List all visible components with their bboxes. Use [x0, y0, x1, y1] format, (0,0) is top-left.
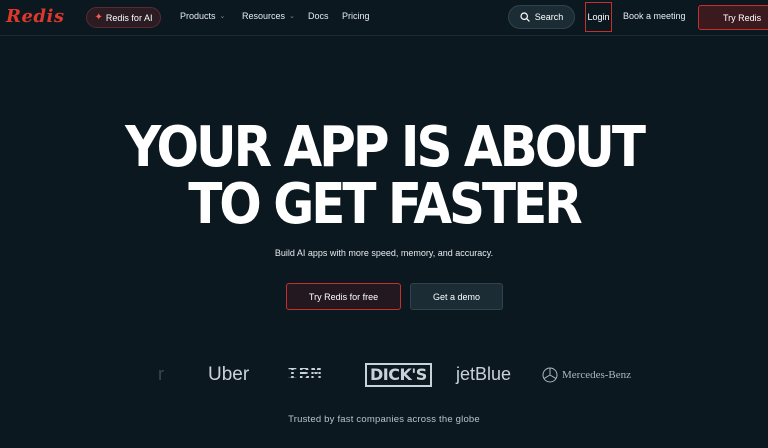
hero-title-line-2: TO GET FASTER [188, 171, 583, 237]
hero-title-line-1: YOUR APP IS ABOUT [125, 114, 646, 180]
mercedes-wordmark: Mercedes-Benz [562, 369, 632, 381]
nav-resources-label: Resources [242, 11, 286, 21]
hero-subtitle: Build AI apps with more speed, memory, a… [274, 248, 494, 258]
ibm-logo: IBM [287, 364, 323, 385]
try-redis-nav-button[interactable]: Try Redis [698, 5, 768, 30]
uber-logo: Uber [208, 364, 250, 385]
mercedes-logo: Mercedes-Benz [542, 367, 631, 383]
chevron-down-icon: ⌄ [289, 13, 295, 20]
search-icon [520, 12, 530, 22]
nav-pricing[interactable]: Pricing [342, 11, 370, 21]
chevron-down-icon: ⌄ [219, 13, 226, 20]
top-navigation: Redis ✦ Redis for AI Products ⌄ Resource… [0, 0, 768, 36]
trusted-by-text: Trusted by fast companies across the glo… [288, 414, 480, 425]
faded-brand-logo: r [158, 364, 164, 384]
nav-resources[interactable]: Resources ⌄ [242, 11, 295, 21]
customer-logo-strip: r Uber IBM DICK'S jetBlue Mercedes-Benz [0, 360, 768, 390]
redis-for-ai-label: Redis for AI [105, 12, 153, 23]
book-meeting-link[interactable]: Book a meeting [623, 11, 686, 21]
nav-products-label: Products [180, 11, 216, 21]
nav-docs[interactable]: Docs [308, 11, 329, 21]
nav-products[interactable]: Products ⌄ [180, 11, 225, 21]
dicks-logo: DICK'S [365, 363, 432, 387]
search-button[interactable]: Search [508, 5, 575, 29]
try-redis-free-button[interactable]: Try Redis for free [286, 283, 401, 310]
redis-for-ai-button[interactable]: ✦ Redis for AI [86, 7, 161, 28]
get-demo-button[interactable]: Get a demo [410, 283, 503, 310]
mercedes-star-icon [542, 367, 558, 383]
redis-logo[interactable]: Redis [6, 6, 64, 27]
jetblue-logo: jetBlue [456, 364, 512, 384]
login-button[interactable]: Login [585, 2, 612, 32]
sparkle-icon: ✦ [94, 12, 103, 23]
search-label: Search [534, 12, 564, 22]
